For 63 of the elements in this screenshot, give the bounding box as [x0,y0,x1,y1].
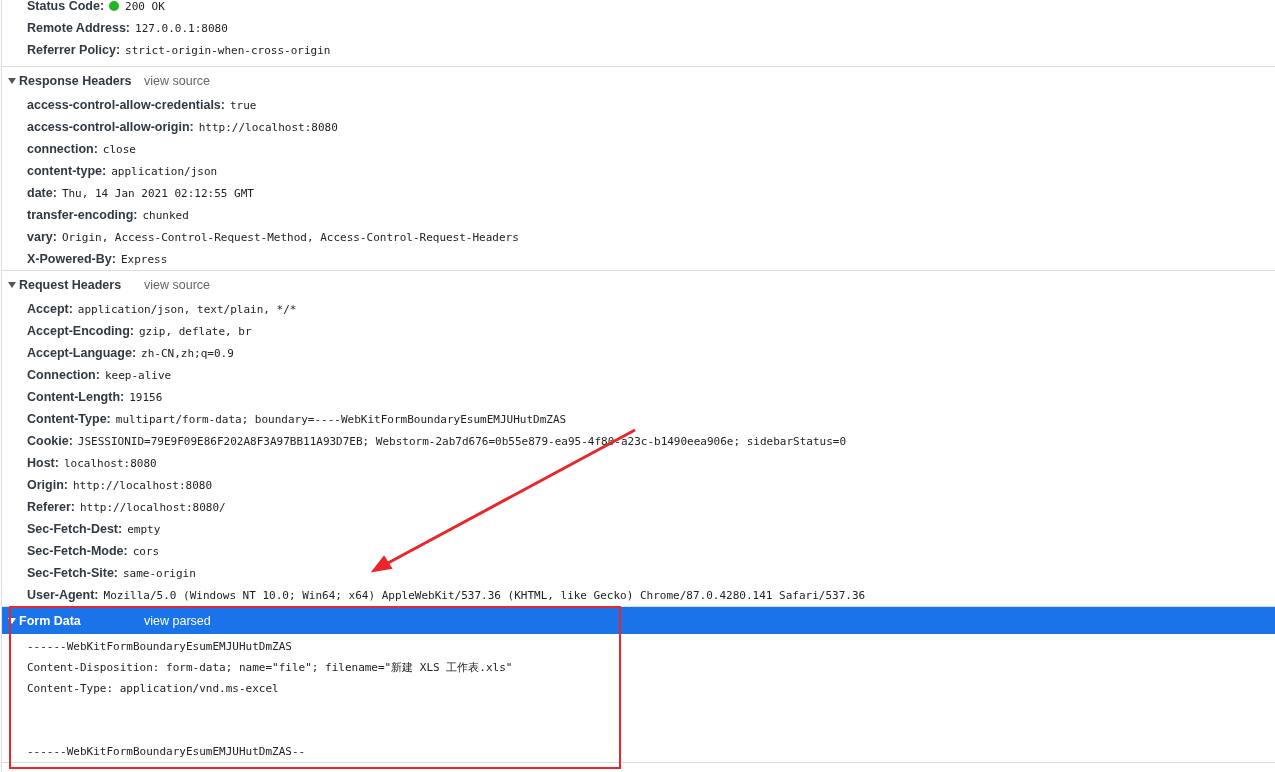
header-value: chunked [142,208,189,222]
section-title[interactable]: Form Data [19,613,144,628]
status-dot-icon [109,1,120,11]
header-name: Host: [27,456,59,470]
header-value: true [230,98,257,112]
header-name: Accept-Language: [27,346,137,360]
section-title[interactable]: Response Headers [19,73,144,88]
header-name: Sec-Fetch-Site: [27,566,118,580]
header-value: zh-CN,zh;q=0.9 [141,346,234,360]
header-value: same-origin [123,566,196,580]
header-name: Remote Address: [27,21,131,35]
header-name: Content-Type: [27,412,111,426]
form-data-line: Content-Disposition: form-data; name="file"; filename="新建 XLS 工作表.xls" [26,660,514,676]
header-name: access-control-allow-origin: [27,120,194,134]
header-value: strict-origin-when-cross-origin [125,43,331,57]
header-name: access-control-allow-credentials: [27,98,225,112]
header-name: Status Code: [27,0,105,13]
expand-triangle-icon[interactable] [8,76,16,85]
header-value: keep-alive [104,368,172,382]
header-value: localhost:8080 [63,456,157,470]
header-name: Origin: [27,478,68,492]
view-source-link[interactable]: view source [144,73,210,88]
header-value: empty [127,522,161,536]
header-name: date: [27,186,57,200]
view-source-link[interactable]: view parsed [144,613,211,628]
header-name: Referrer Policy: [27,43,121,57]
header-value: Mozilla/5.0 (Windows NT 10.0; Win64; x64) AppleWebKit/537.36 (KHTML, like Gecko) Chrome/87.0.4280.141 Safari/537.36 [103,588,866,602]
header-value: 127.0.0.1:8080 [135,21,228,35]
header-name: Sec-Fetch-Dest: [27,522,123,536]
header-name: Connection: [27,368,100,382]
header-value: Thu, 14 Jan 2021 02:12:55 GMT [61,186,254,200]
header-name: Cookie: [27,434,73,448]
header-value: close [102,142,136,156]
header-value: cors [132,544,160,558]
header-value: http://localhost:8080 [72,478,213,492]
header-value: Express [120,252,168,266]
header-name: Sec-Fetch-Mode: [27,544,128,558]
header-name: Referer: [27,500,75,514]
header-value: 19156 [129,390,163,404]
header-name: Accept-Encoding: [27,324,134,338]
header-name: connection: [27,142,98,156]
view-source-link[interactable]: view source [144,277,210,292]
form-data-line: Content-Type: application/vnd.ms-excel [26,681,280,697]
header-value: application/json [111,164,218,178]
expand-triangle-icon[interactable] [8,280,16,289]
header-name: transfer-encoding: [27,208,138,222]
expand-triangle-icon[interactable] [8,616,16,625]
section-title[interactable]: Request Headers [19,277,144,292]
header-value: gzip, deflate, br [138,324,252,338]
header-value: multipart/form-data; boundary=----WebKitFormBoundaryEsumEMJUHutDmZAS [115,412,567,426]
header-name: X-Powered-By: [27,252,116,266]
header-value: http://localhost:8080 [198,120,338,134]
header-name: content-type: [27,164,107,178]
header-name: Accept: [27,302,73,316]
header-value: http://localhost:8080/ [79,500,226,514]
header-name: vary: [27,230,57,244]
header-name: Content-Length: [27,390,125,404]
form-data-line: ------WebKitFormBoundaryEsumEMJUHutDmZAS [26,639,293,655]
form-data-line: ------WebKitFormBoundaryEsumEMJUHutDmZAS-- [26,744,307,760]
header-value: 200 OK [125,0,165,13]
header-name: User-Agent: [27,588,99,602]
header-value: Origin, Access-Control-Request-Method, Access-Control-Request-Headers [61,230,519,244]
header-value: application/json, text/plain, */* [77,302,297,316]
